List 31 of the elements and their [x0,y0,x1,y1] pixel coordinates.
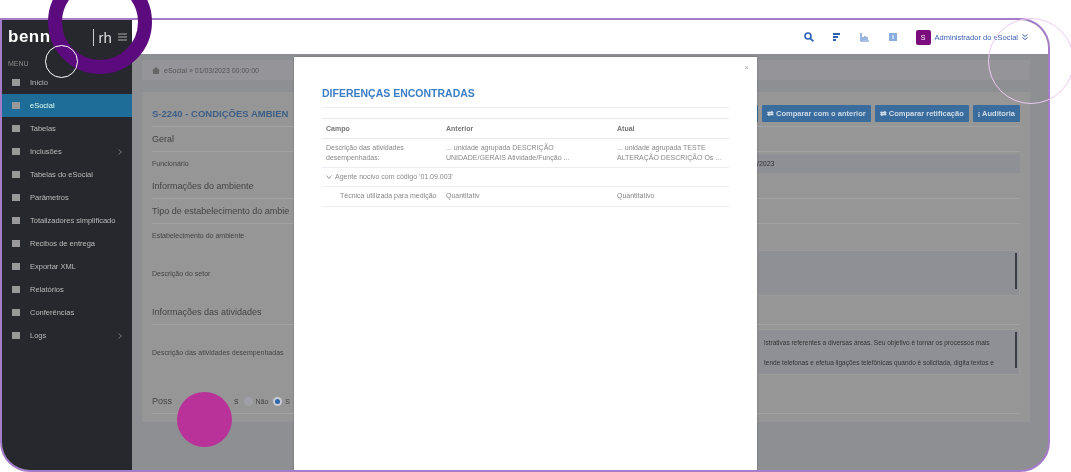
menu-item-icon [12,102,20,109]
menu-item-icon [12,286,20,293]
section-heading: Informações do ambiente [152,181,254,191]
page-title: S-2240 - CONDIÇÕES AMBIEN [152,107,289,119]
menu-icon[interactable] [117,33,127,41]
menu-item-icon [12,171,20,178]
menu-item-icon [12,79,20,86]
field-label: s [234,396,239,406]
section-heading: Tipo de estabelecimento do ambie [152,206,290,216]
section-heading: Informações das atividades [152,307,262,317]
menu-item-icon [12,309,20,316]
logo-suffix: rh [92,28,112,46]
list-icon[interactable] [831,32,842,42]
section-heading: Geral [152,134,174,144]
home-icon[interactable] [152,66,160,74]
logo-text: benn [8,27,51,47]
modal-title: DIFERENÇAS ENCONTRADAS [322,57,729,108]
menu-item-icon [12,240,20,247]
double-chevron-icon[interactable] [1022,33,1028,41]
radio-button[interactable] [273,396,283,406]
help-icon[interactable] [887,32,898,42]
search-icon[interactable] [803,32,814,42]
menu-item-icon [12,217,20,224]
chart-icon[interactable] [859,32,870,42]
menu-item-icon [12,148,20,155]
field-label: Poss [152,396,172,406]
menu-item-icon [12,194,20,201]
menu-item-icon [12,125,20,132]
menu-item-icon [12,263,20,270]
chevron-icon[interactable] [326,175,332,180]
menu-item-icon [12,332,20,339]
